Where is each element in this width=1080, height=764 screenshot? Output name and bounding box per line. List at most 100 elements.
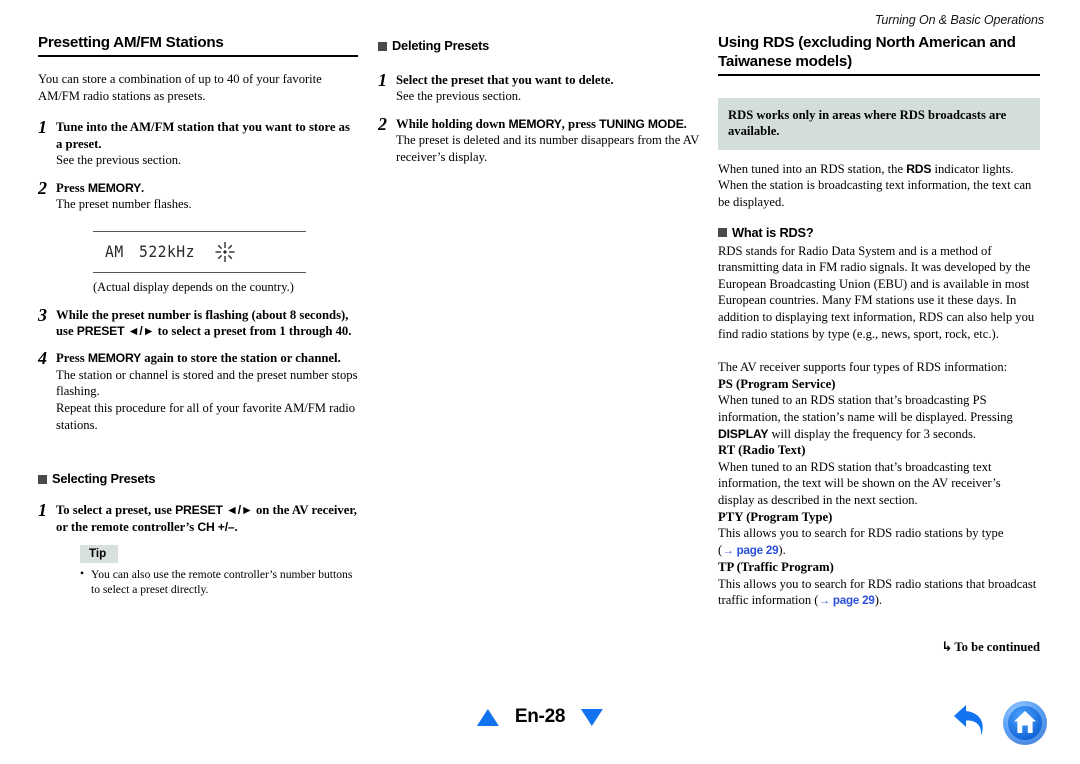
step-3: 3 While the preset number is flashing (a… — [38, 304, 358, 340]
page-title: Presetting AM/FM Stations — [38, 34, 224, 51]
rds-type-body-rt: When tuned to an RDS station that’s broa… — [718, 459, 1001, 507]
column-right: Using RDS (excluding North American and … — [718, 33, 1040, 668]
page-number-label: En-28 — [514, 706, 566, 727]
triangle-down-icon[interactable] — [581, 708, 604, 726]
button-name-memory: MEMORY — [508, 117, 562, 131]
rds-type-body-ps: When tuned to an RDS station that’s broa… — [718, 392, 1040, 442]
footer-actions — [952, 700, 1048, 746]
step-title-part-b: , press — [561, 117, 600, 131]
step-title: Press MEMORY again to store the station … — [56, 350, 358, 366]
button-name-display: DISPLAY — [718, 426, 769, 441]
triangle-up-icon[interactable] — [476, 708, 499, 726]
button-name-tuning-mode: TUNING MODE — [599, 117, 684, 131]
step-subtext: The preset is deleted and its number dis… — [396, 133, 700, 164]
step-subtext: See the previous section. — [56, 153, 182, 167]
step-number: 2 — [378, 114, 387, 134]
step-number: 1 — [38, 117, 47, 138]
supports-line: The AV receiver supports four types of R… — [718, 360, 1008, 375]
step-2: 2 Press MEMORY. The preset number flashe… — [38, 177, 358, 213]
rds-type-title-ps: PS (Program Service) — [718, 376, 836, 391]
page-navigation: En-28 — [476, 706, 604, 728]
page-link-29[interactable]: → page 29 — [722, 544, 778, 557]
button-name-memory: MEMORY — [87, 180, 142, 195]
list-item: You can also use the remote controller’s… — [80, 566, 358, 597]
back-arrow-icon[interactable] — [952, 703, 990, 743]
step-subtext: The preset number flashes. — [56, 197, 192, 211]
tip-label: Tip — [80, 545, 119, 563]
rds-type-title-tp: TP (Traffic Program) — [718, 560, 834, 575]
rds-intro-part-a: When tuned into an RDS station, the — [718, 161, 907, 176]
title-rule — [38, 55, 358, 57]
section-heading-label: What is RDS? — [732, 224, 814, 240]
step-subtext-1: The station or channel is stored and the… — [56, 367, 358, 399]
section-heading-label: Deleting Presets — [392, 38, 490, 53]
step-title-part-a: To select a preset, use — [56, 503, 176, 518]
step-number: 1 — [378, 70, 387, 90]
square-bullet-icon — [718, 228, 727, 238]
step-number: 2 — [38, 177, 47, 198]
step-title-part-a: Press — [56, 351, 88, 366]
rds-intro-paragraph: When tuned into an RDS station, the RDS … — [718, 161, 1040, 211]
selecting-presets-step-1: 1 To select a preset, use PRESET ◄/► on … — [38, 500, 358, 597]
step-title-part-b: to select a preset from 1 through 40. — [154, 324, 352, 338]
step-title-part-c: . — [683, 117, 687, 131]
home-icon[interactable] — [1002, 700, 1048, 746]
step-subtext-2: Repeat this procedure for all of your fa… — [56, 401, 356, 432]
callout-box: RDS works only in areas where RDS broadc… — [718, 98, 1040, 150]
step-title-post: . — [141, 180, 145, 195]
what-is-rds-body: RDS stands for Radio Data System and is … — [718, 243, 1035, 341]
step-title: Press MEMORY. — [56, 180, 358, 196]
step-4: 4 Press MEMORY again to store the statio… — [38, 348, 358, 433]
running-head: Turning On & Basic Operations — [874, 13, 1044, 27]
rds-type-body-tp: This allows you to search for RDS radio … — [718, 576, 1040, 610]
tip-box: Tip You can also use the remote controll… — [80, 544, 358, 597]
step-number: 3 — [38, 304, 47, 325]
lcd-band-text: AM — [105, 242, 124, 262]
to-be-continued: ↳ To be continued — [718, 640, 1040, 655]
section-heading-what-is-rds: What is RDS? — [718, 225, 1040, 241]
column-left: Presetting AM/FM Stations You can store … — [38, 33, 358, 597]
lcd-bottom-rule — [93, 271, 306, 273]
section-title-rds: Using RDS (excluding North American and … — [718, 34, 1016, 70]
lcd-frequency-text: 522kHz — [139, 242, 196, 262]
button-name-ch: CH +/– — [197, 519, 235, 534]
callout-text: RDS works only in areas where RDS broadc… — [728, 108, 1007, 139]
deleting-step-1: 1 Select the preset that you want to del… — [378, 70, 700, 105]
step-title: Select the preset that you want to delet… — [396, 73, 614, 87]
step-number: 1 — [38, 500, 47, 521]
step-title-part-a: While holding down — [396, 117, 509, 131]
square-bullet-icon — [378, 41, 387, 51]
to-be-continued-label: To be continued — [954, 640, 1040, 655]
step-title: While the preset number is flashing (abo… — [56, 307, 358, 340]
step-subtext: See the previous section. — [396, 89, 522, 104]
step-title: While holding down MEMORY, press TUNING … — [396, 116, 700, 132]
square-bullet-icon — [38, 474, 47, 484]
indicator-name-rds: RDS — [906, 161, 932, 176]
step-title: To select a preset, use PRESET ◄/► on th… — [56, 502, 358, 535]
button-name-preset: PRESET ◄/► — [76, 324, 155, 338]
sun-flash-icon — [214, 241, 236, 263]
rds-type-title-pty: PTY (Program Type) — [718, 509, 833, 524]
rds-type-title-rt: RT (Radio Text) — [718, 443, 806, 458]
step-1: 1 Tune into the AM/FM station that you w… — [38, 117, 358, 168]
section-heading-label: Selecting Presets — [52, 471, 156, 487]
step-title-part-b: again to store the station or channel. — [141, 351, 341, 366]
figure-caption: (Actual display depends on the country.) — [93, 279, 294, 294]
intro-paragraph: You can store a combination of up to 40 … — [38, 72, 322, 103]
section-heading-deleting-presets: Deleting Presets — [378, 38, 700, 54]
rds-ps-part-a: When tuned to an RDS station that’s broa… — [718, 393, 1013, 424]
button-name-memory: MEMORY — [87, 351, 142, 366]
rds-ps-part-b: will display the frequency for 3 seconds… — [768, 426, 977, 441]
title-rule — [718, 74, 1040, 76]
page-link-29[interactable]: → page 29 — [818, 594, 874, 607]
manual-page: Turning On & Basic Operations Presetting… — [0, 0, 1080, 764]
continued-arrow-icon: ↳ — [941, 640, 953, 656]
lcd-screen: AM 522kHz — [93, 232, 306, 272]
rds-type-body-pty: This allows you to search for RDS radio … — [718, 525, 1040, 559]
rds-tp-part-b: ). — [874, 593, 883, 608]
deleting-step-2: 2 While holding down MEMORY, press TUNIN… — [378, 114, 700, 166]
step-number: 4 — [38, 348, 47, 369]
section-heading-selecting-presets: Selecting Presets — [38, 471, 358, 487]
lcd-display-figure: AM 522kHz — [93, 230, 306, 273]
step-title-pre: Press — [56, 180, 88, 195]
